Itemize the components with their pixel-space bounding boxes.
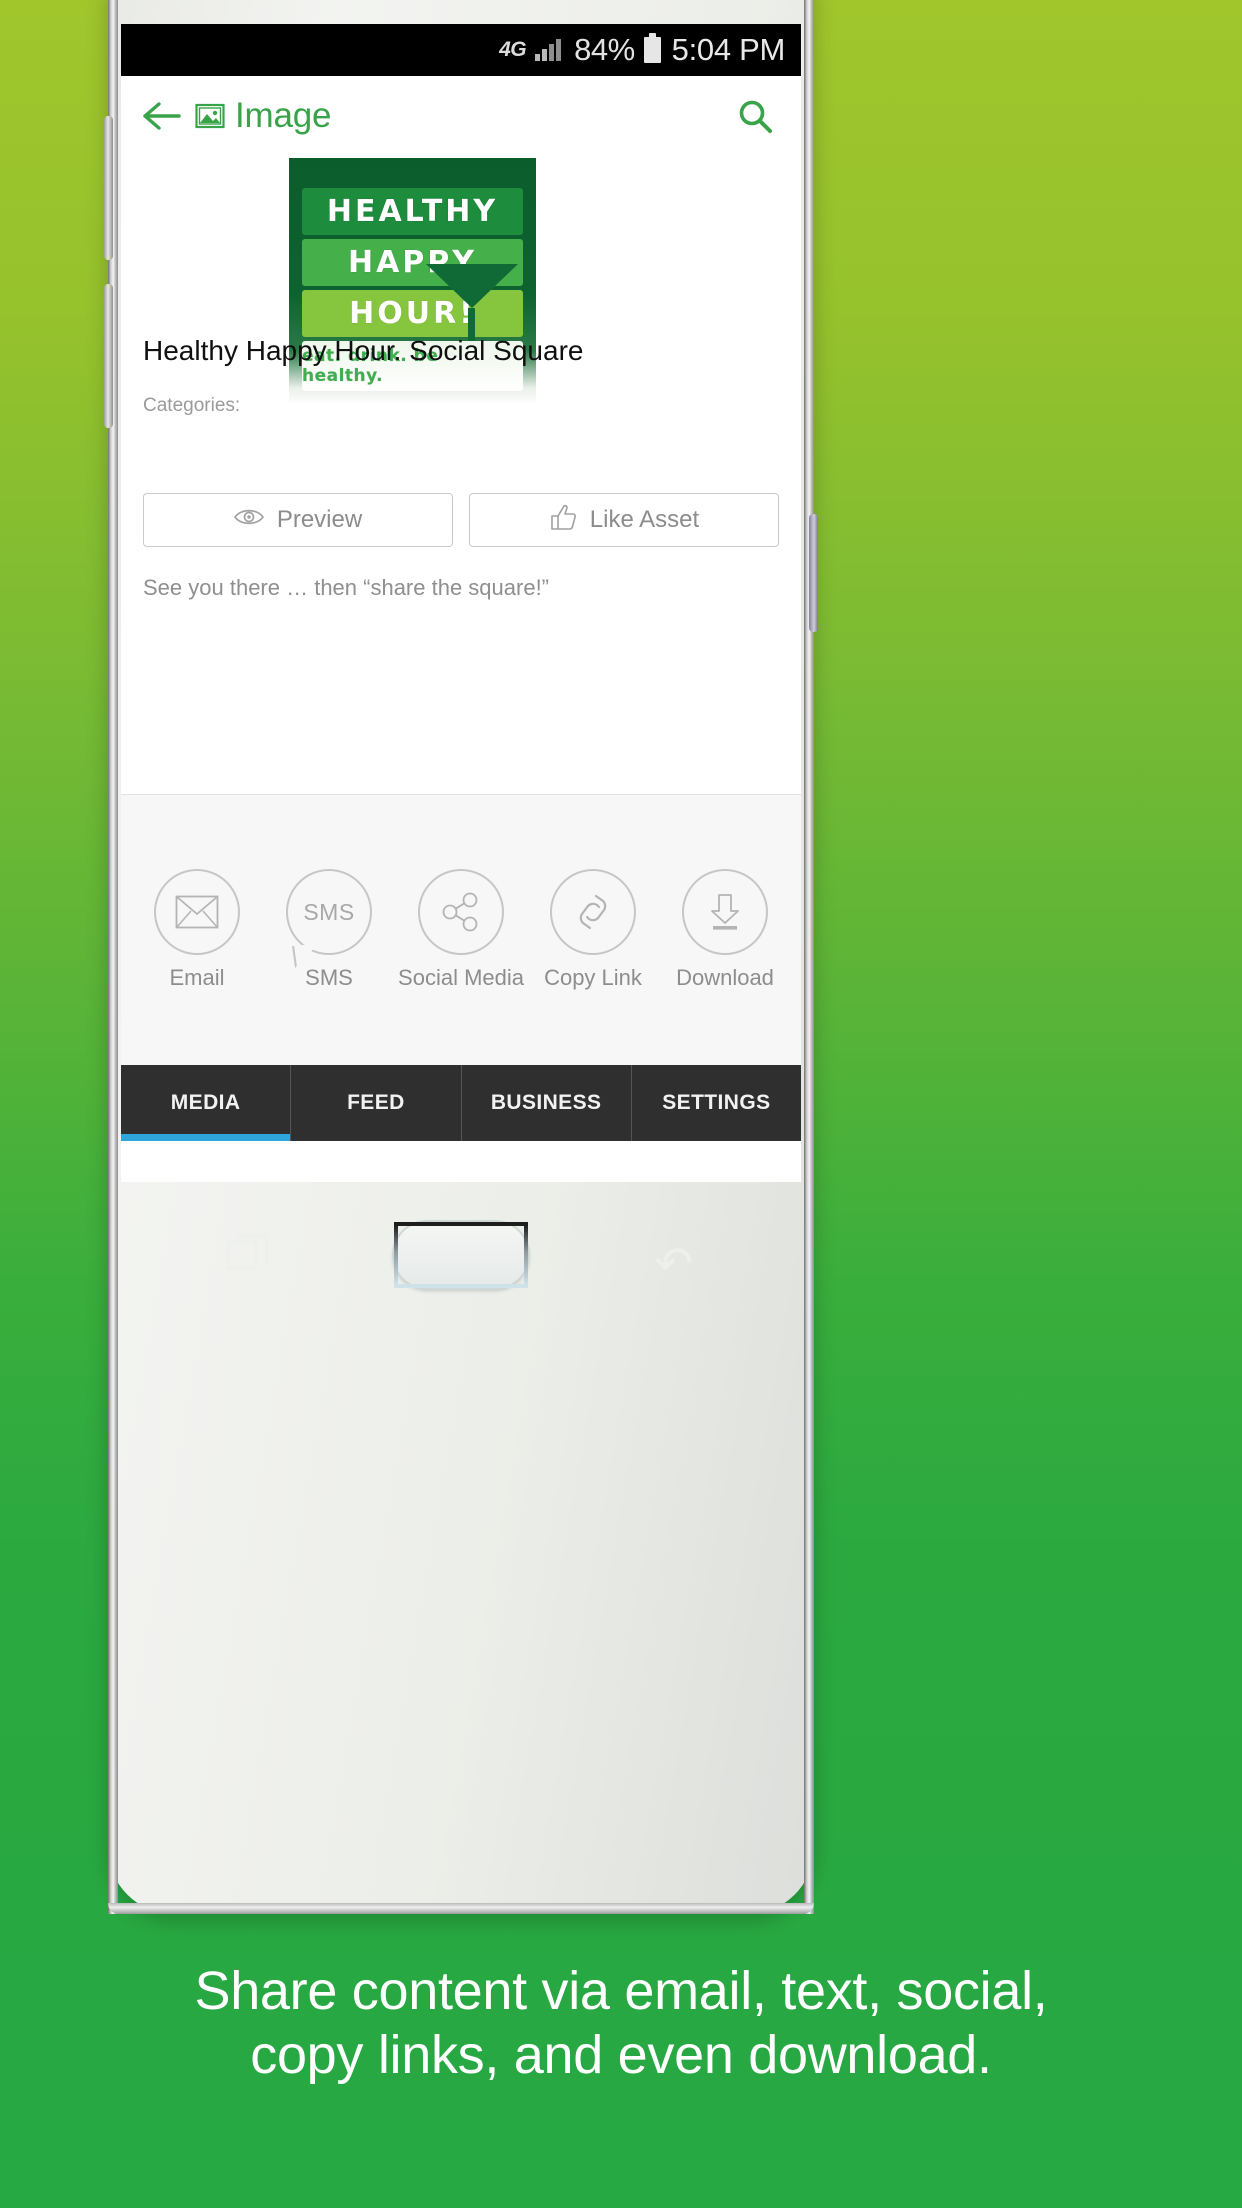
caption-line-1: Share content via email, text, social,: [194, 1961, 1048, 2021]
page-title: Image: [235, 95, 332, 135]
tab-feed-label: FEED: [347, 1091, 405, 1114]
tab-media[interactable]: MEDIA: [121, 1065, 292, 1141]
phone-chin: ↶: [121, 1182, 801, 1412]
image-icon: [195, 103, 225, 129]
share-option-email[interactable]: Email: [135, 869, 259, 991]
tab-settings[interactable]: SETTINGS: [632, 1065, 801, 1141]
tab-media-indicator: [121, 1134, 291, 1141]
battery-icon: [643, 33, 661, 63]
bottom-tab-bar: MEDIA FEED BUSINESS SETTINGS: [121, 1065, 801, 1141]
share-label-email: Email: [169, 965, 225, 990]
android-back-icon[interactable]: ↶: [654, 1240, 693, 1286]
home-button[interactable]: [394, 1222, 528, 1288]
chain-link-icon: [550, 869, 636, 955]
phone-bottom-rim: [108, 1903, 814, 1914]
martini-glass-icon: [426, 264, 518, 308]
app-bar: Image: [121, 76, 801, 155]
envelope-icon: [154, 869, 240, 955]
sms-glyph: SMS: [303, 898, 355, 925]
status-clock: 5:04 PM: [671, 32, 786, 67]
categories-label: Categories:: [143, 395, 241, 416]
asset-thumbnail[interactable]: HEALTHY HAPPY HOUR! eat. drink. be healt…: [289, 158, 536, 405]
download-arrow-icon: [682, 869, 768, 955]
asset-description: See you there … then “share the square!”: [143, 575, 550, 600]
tab-media-label: MEDIA: [170, 1091, 241, 1114]
sms-bubble-icon: SMS: [286, 869, 372, 955]
phone-device-frame: 4G 84% 5:04 PM Image HEALTHY HAPPY HOUR!…: [104, 0, 818, 1914]
share-label-copy-link: Copy Link: [544, 965, 642, 990]
promo-screenshot: 4G 84% 5:04 PM Image HEALTHY HAPPY HOUR!…: [0, 0, 1242, 2208]
tab-settings-label: SETTINGS: [662, 1091, 771, 1114]
volume-down-button[interactable]: [104, 284, 113, 428]
like-asset-button[interactable]: Like Asset: [469, 493, 779, 547]
volume-up-button[interactable]: [104, 116, 113, 260]
promo-caption: Share content via email, text, social, c…: [0, 1960, 1242, 2087]
asset-action-row: Preview Like Asset: [121, 493, 801, 547]
share-label-social-media: Social Media: [398, 965, 524, 990]
search-icon[interactable]: [737, 98, 773, 134]
preview-button[interactable]: Preview: [143, 493, 453, 547]
thumbs-up-icon: [549, 503, 577, 538]
share-label-sms: SMS: [305, 965, 353, 990]
tab-feed[interactable]: FEED: [291, 1065, 462, 1141]
asset-title: Healthy Happy Hour. Social Square: [143, 335, 584, 366]
tab-business-label: BUSINESS: [490, 1091, 602, 1114]
battery-percent-label: 84%: [574, 32, 635, 67]
preview-label: Preview: [276, 506, 363, 533]
share-option-download[interactable]: Download: [663, 869, 787, 991]
share-option-sms[interactable]: SMS SMS: [267, 869, 391, 991]
signal-bars-icon: [535, 39, 562, 61]
power-button[interactable]: [809, 514, 818, 632]
status-bar: 4G 84% 5:04 PM: [121, 24, 801, 76]
recent-apps-icon[interactable]: [227, 1234, 268, 1270]
phone-right-rim: [804, 0, 814, 1914]
share-option-copy-link[interactable]: Copy Link: [531, 869, 655, 991]
share-options-bar: Email SMS SMS Social Media Copy Link Dow…: [121, 794, 801, 1065]
tab-business[interactable]: BUSINESS: [462, 1065, 632, 1141]
caption-line-2: copy links, and even download.: [250, 2024, 992, 2085]
tab-feed-indicator: [291, 1134, 460, 1141]
eye-icon: [233, 506, 264, 534]
back-arrow-icon[interactable]: [143, 101, 181, 131]
tab-business-indicator: [462, 1134, 631, 1141]
share-option-social-media[interactable]: Social Media: [398, 869, 524, 991]
phone-screen: 4G 84% 5:04 PM Image HEALTHY HAPPY HOUR!…: [121, 24, 801, 1182]
tab-settings-indicator: [632, 1134, 801, 1141]
thumb-line-1: HEALTHY: [302, 188, 523, 235]
asset-detail-section: HEALTHY HAPPY HOUR! eat. drink. be healt…: [121, 155, 801, 485]
network-type-label: 4G: [499, 38, 527, 61]
share-nodes-icon: [418, 869, 504, 955]
share-label-download: Download: [676, 965, 774, 990]
like-asset-label: Like Asset: [589, 506, 700, 533]
